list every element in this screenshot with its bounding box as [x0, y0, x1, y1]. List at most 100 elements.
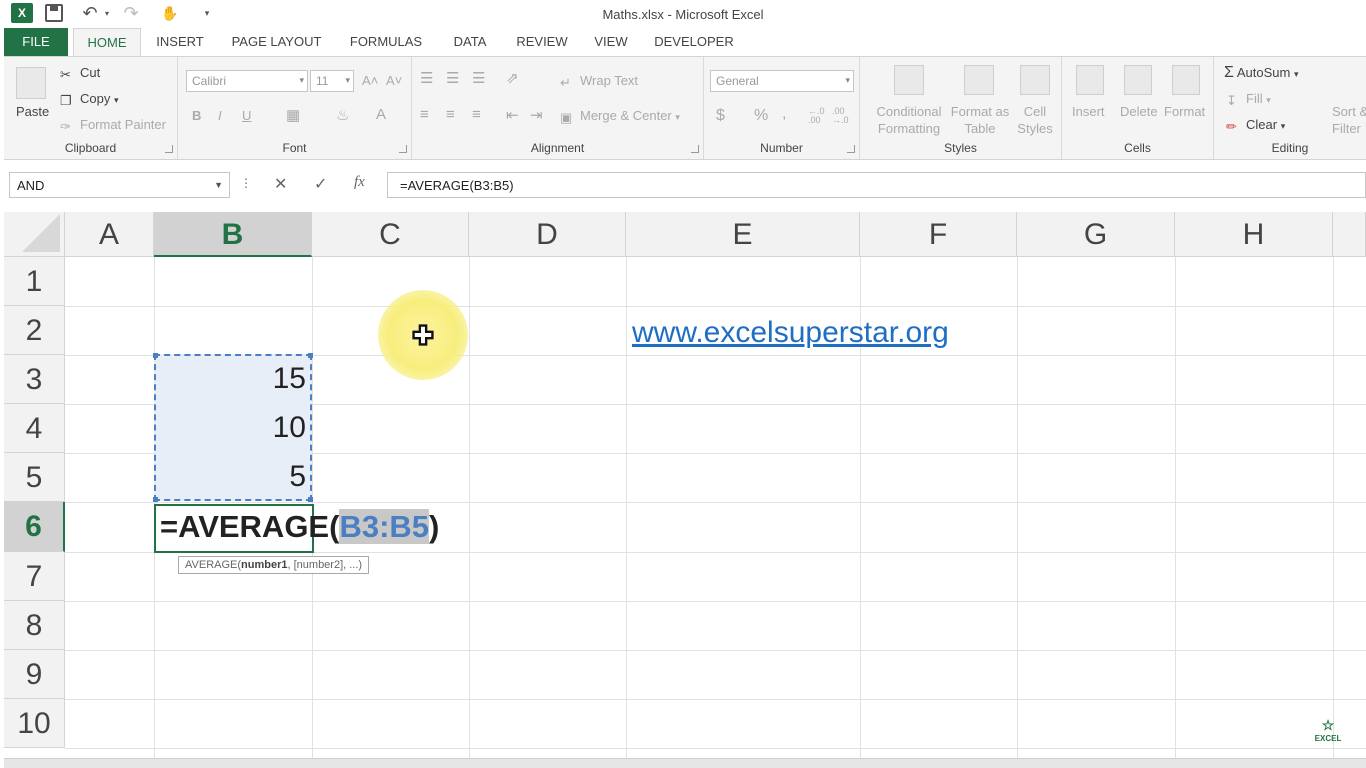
- insert-cells-icon[interactable]: [1076, 65, 1104, 95]
- cell-b4[interactable]: 10: [154, 411, 312, 445]
- tab-view[interactable]: VIEW: [588, 28, 634, 56]
- paste-button[interactable]: Paste: [16, 104, 49, 119]
- column-header-b[interactable]: B: [154, 212, 312, 257]
- merge-center-button[interactable]: ▣ Merge & Center ▾: [560, 108, 680, 125]
- column-header-c[interactable]: C: [312, 212, 469, 257]
- column-header-h[interactable]: H: [1175, 212, 1333, 257]
- clear-button[interactable]: ✏ Clear ▾: [1226, 117, 1285, 134]
- tab-review[interactable]: REVIEW: [512, 28, 572, 56]
- cell-b5[interactable]: 5: [154, 460, 312, 494]
- comma-button[interactable]: ,: [782, 105, 786, 123]
- currency-button[interactable]: $: [716, 107, 725, 125]
- number-launcher-icon[interactable]: [847, 145, 855, 153]
- format-as-table-button[interactable]: Format as Table: [950, 103, 1010, 137]
- align-top-icon[interactable]: ☰: [420, 69, 433, 87]
- orientation-icon[interactable]: ⇗: [506, 69, 519, 87]
- number-format-select[interactable]: General ▾: [710, 70, 854, 92]
- name-box-dropdown-icon[interactable]: ▼: [214, 180, 223, 190]
- bold-button[interactable]: B: [192, 108, 201, 123]
- copy-button[interactable]: ❐ Copy ▾: [60, 91, 119, 108]
- cell-edit-text[interactable]: =AVERAGE(B3:B5): [160, 509, 439, 545]
- decrease-indent-icon[interactable]: ⇤: [506, 106, 519, 124]
- increase-decimal-button[interactable]: ←.0 .00: [808, 107, 828, 125]
- tab-file[interactable]: FILE: [4, 28, 68, 56]
- clipboard-launcher-icon[interactable]: [165, 145, 173, 153]
- font-size-select[interactable]: 11 ▾: [310, 70, 354, 92]
- paste-icon[interactable]: [16, 67, 46, 99]
- row-header-3[interactable]: 3: [4, 355, 65, 404]
- format-painter-button[interactable]: ✑ Format Painter: [60, 117, 166, 134]
- italic-button[interactable]: I: [218, 108, 222, 123]
- autosum-button[interactable]: Σ AutoSum ▾: [1224, 64, 1299, 82]
- sort-filter-button[interactable]: Sort & Filter: [1332, 103, 1366, 137]
- increase-indent-icon[interactable]: ⇥: [530, 106, 543, 124]
- format-as-table-icon[interactable]: [964, 65, 994, 95]
- column-header-partial[interactable]: [1333, 212, 1366, 257]
- delete-cells-button[interactable]: Delete: [1120, 104, 1158, 119]
- conditional-formatting-button[interactable]: Conditional Formatting: [868, 103, 950, 137]
- font-color-icon[interactable]: A: [376, 106, 386, 123]
- cancel-formula-button[interactable]: ✕: [274, 174, 287, 194]
- percent-button[interactable]: %: [754, 107, 768, 125]
- tab-data[interactable]: DATA: [444, 28, 496, 56]
- align-right-icon[interactable]: ≡: [472, 106, 481, 123]
- decrease-decimal-button[interactable]: .00 →.0: [832, 107, 852, 125]
- edit-prefix: =AVERAGE(: [160, 509, 340, 544]
- column-header-g[interactable]: G: [1017, 212, 1175, 257]
- row-header-9[interactable]: 9: [4, 650, 65, 699]
- formula-input[interactable]: =AVERAGE(B3:B5): [387, 172, 1366, 198]
- title-bar: X ↶ ▾ ↷ ✋ ▾ Maths.xlsx - Microsoft Excel: [0, 0, 1366, 28]
- select-all-button[interactable]: [4, 212, 65, 257]
- shrink-font-button[interactable]: A˅: [386, 73, 402, 88]
- cell-styles-button[interactable]: Cell Styles: [1010, 103, 1060, 137]
- align-bottom-icon[interactable]: ☰: [472, 69, 485, 87]
- row-header-5[interactable]: 5: [4, 453, 65, 502]
- format-cells-icon[interactable]: [1172, 65, 1200, 95]
- row-header-1[interactable]: 1: [4, 257, 65, 306]
- alignment-launcher-icon[interactable]: [691, 145, 699, 153]
- row-header-7[interactable]: 7: [4, 552, 65, 601]
- worksheet-grid[interactable]: A B C D E F G H 1 2 3 4 5 6 7 8 9 10 15 …: [4, 212, 1366, 758]
- cell-b3[interactable]: 15: [154, 362, 312, 396]
- row-header-6[interactable]: 6: [4, 502, 65, 552]
- tab-page-layout[interactable]: PAGE LAYOUT: [224, 28, 329, 56]
- align-left-icon[interactable]: ≡: [420, 106, 429, 123]
- tab-developer[interactable]: DEVELOPER: [650, 28, 738, 56]
- sort-filter-label-1: Sort &: [1332, 104, 1366, 119]
- cell-styles-icon[interactable]: [1020, 65, 1050, 95]
- wrap-text-label: Wrap Text: [580, 73, 639, 88]
- row-header-4[interactable]: 4: [4, 404, 65, 453]
- font-launcher-icon[interactable]: [399, 145, 407, 153]
- grow-font-button[interactable]: A˄: [362, 73, 378, 88]
- column-header-d[interactable]: D: [469, 212, 626, 257]
- clipboard-group: Paste ✂ Cut ❐ Copy ▾ ✑ Format Painter Clipb…: [4, 57, 178, 159]
- align-middle-icon[interactable]: ☰: [446, 69, 459, 87]
- website-link[interactable]: www.excelsuperstar.org: [632, 316, 949, 350]
- cut-button[interactable]: ✂ Cut: [60, 65, 100, 82]
- window-title: Maths.xlsx - Microsoft Excel: [602, 7, 764, 22]
- ribbon-home: Paste ✂ Cut ❐ Copy ▾ ✑ Format Painter Clipb…: [4, 56, 1366, 160]
- row-header-10[interactable]: 10: [4, 699, 65, 748]
- column-header-f[interactable]: F: [860, 212, 1017, 257]
- row-header-2[interactable]: 2: [4, 306, 65, 355]
- wrap-text-button[interactable]: ↵ Wrap Text: [560, 73, 639, 90]
- insert-function-button[interactable]: fx: [354, 174, 365, 191]
- format-cells-button[interactable]: Format: [1164, 104, 1205, 119]
- underline-button[interactable]: U: [242, 108, 251, 123]
- column-header-a[interactable]: A: [65, 212, 154, 257]
- borders-icon[interactable]: ▦: [286, 106, 300, 124]
- name-box[interactable]: AND ▼: [9, 172, 230, 198]
- insert-cells-button[interactable]: Insert: [1072, 104, 1105, 119]
- fill-button[interactable]: ↧ Fill ▾: [1226, 91, 1271, 108]
- column-header-e[interactable]: E: [626, 212, 860, 257]
- fill-color-icon[interactable]: ♨: [336, 106, 349, 124]
- tab-formulas[interactable]: FORMULAS: [344, 28, 428, 56]
- enter-formula-button[interactable]: ✓: [314, 174, 327, 194]
- align-center-icon[interactable]: ≡: [446, 106, 455, 123]
- conditional-formatting-icon[interactable]: [894, 65, 924, 95]
- tab-insert[interactable]: INSERT: [150, 28, 210, 56]
- delete-cells-icon[interactable]: [1124, 65, 1152, 95]
- row-header-8[interactable]: 8: [4, 601, 65, 650]
- font-name-select[interactable]: Calibri ▾: [186, 70, 308, 92]
- tab-home[interactable]: HOME: [73, 28, 141, 56]
